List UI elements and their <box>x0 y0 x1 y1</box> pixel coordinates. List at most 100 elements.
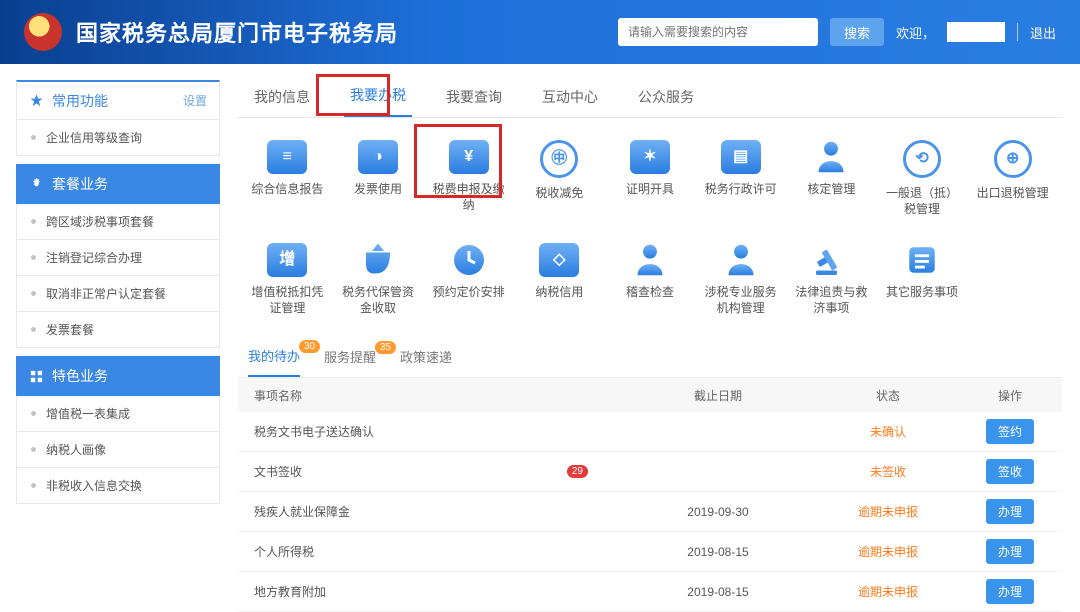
header-right: 搜索 欢迎， 退出 <box>618 18 1056 46</box>
table-row: 文书签收29未签收签收 <box>238 452 1062 492</box>
list-icon <box>902 243 942 277</box>
cell-name: 个人所得税 <box>238 543 618 560</box>
row-action-button[interactable]: 签收 <box>986 459 1034 484</box>
service-icon: ⊕ <box>994 140 1032 178</box>
service2-5[interactable]: 涉税专业服务机构管理 <box>695 243 786 316</box>
service-4[interactable]: ✶ 证明开具 <box>605 140 696 217</box>
row-action-button[interactable]: 办理 <box>986 539 1034 564</box>
row-action-button[interactable]: 办理 <box>986 499 1034 524</box>
service-icon: 增 <box>267 243 307 277</box>
service-8[interactable]: ⊕ 出口退税管理 <box>967 140 1058 217</box>
service2-4[interactable]: 稽查检查 <box>605 243 696 316</box>
cell-name: 残疾人就业保障金 <box>238 503 618 520</box>
tab-my-info[interactable]: 我的信息 <box>248 87 316 117</box>
cell-op: 办理 <box>958 499 1062 524</box>
main-area: 我的信息 我要办税 我要查询 互动中心 公众服务 ≡综合信息报告 ◑ 发票使用 ¥ 税费… <box>238 80 1062 612</box>
sub-tab-policy[interactable]: 政策速递 <box>400 347 452 376</box>
service-2[interactable]: ¥ 税费申报及缴纳 <box>423 140 514 217</box>
service-label: 增值税抵扣凭证管理 <box>246 285 329 316</box>
service-7[interactable]: ⟲一般退（抵）税管理 <box>877 140 968 217</box>
person-icon <box>721 243 761 277</box>
service-icon: ✶ <box>630 140 670 174</box>
star-icon <box>29 93 44 108</box>
service-label: 证明开具 <box>626 182 674 212</box>
service-icon: ◑ <box>358 140 398 174</box>
divider <box>1017 23 1018 41</box>
service-label: 税务行政许可 <box>705 182 777 212</box>
service-label: 税费申报及缴纳 <box>427 182 510 213</box>
sidebar-item-credit-level[interactable]: 企业信用等级查询 <box>16 120 220 156</box>
service-label: 纳税信用 <box>535 285 583 315</box>
service-label: 税收减免 <box>535 186 583 216</box>
service2-3[interactable]: ◇ 纳税信用 <box>514 243 605 316</box>
sidebar-group-common: 常用功能 设置 <box>16 80 220 120</box>
tab-public-service[interactable]: 公众服务 <box>632 87 700 117</box>
sub-tab-service-alert[interactable]: 服务提醒 35 <box>324 347 376 376</box>
sub-tab-todo[interactable]: 我的待办 30 <box>248 346 300 377</box>
service-label: 核定管理 <box>807 182 855 212</box>
sidebar-group-label: 常用功能 <box>52 91 108 111</box>
cell-op: 办理 <box>958 579 1062 604</box>
service2-0[interactable]: 增增值税抵扣凭证管理 <box>242 243 333 316</box>
sidebar-item-cancel-abnormal[interactable]: 取消非正常户认定套餐 <box>16 276 220 312</box>
gear-icon <box>29 177 44 192</box>
service-0[interactable]: ≡综合信息报告 <box>242 140 333 217</box>
cell-due: 2019-08-15 <box>618 585 818 599</box>
service-icon: ¥ <box>449 140 489 174</box>
cell-name: 地方教育附加 <box>238 583 618 600</box>
cell-status: 逾期未申报 <box>818 543 958 560</box>
sidebar-group-package: 套餐业务 <box>16 164 220 204</box>
welcome-text: 欢迎， <box>896 23 935 42</box>
grid-icon <box>29 369 44 384</box>
search-input[interactable] <box>618 18 818 46</box>
row-action-button[interactable]: 签约 <box>986 419 1034 444</box>
service2-1[interactable]: 税务代保管资金收取 <box>333 243 424 316</box>
table-body: 税务文书电子送达确认未确认签约文书签收29未签收签收残疾人就业保障金2019-0… <box>238 412 1062 612</box>
sidebar-group-label: 套餐业务 <box>52 174 108 194</box>
service-1[interactable]: ◑ 发票使用 <box>333 140 424 217</box>
sidebar-settings-link[interactable]: 设置 <box>183 92 207 109</box>
sidebar: 常用功能 设置 企业信用等级查询 套餐业务 跨区域涉税事项套餐 注销登记综合办理… <box>16 80 220 612</box>
main-tabs: 我的信息 我要办税 我要查询 互动中心 公众服务 <box>238 80 1062 118</box>
service-label: 发票使用 <box>354 182 402 212</box>
service2-6[interactable]: 法律追责与救济事项 <box>786 243 877 316</box>
service-label: 稽查检查 <box>626 285 674 315</box>
sidebar-item-nontax-exchange[interactable]: 非税收入信息交换 <box>16 468 220 504</box>
col-status: 状态 <box>818 387 958 404</box>
row-action-button[interactable]: 办理 <box>986 579 1034 604</box>
service-icon: ⟲ <box>903 140 941 178</box>
tab-interaction[interactable]: 互动中心 <box>536 87 604 117</box>
username-box <box>947 22 1005 42</box>
sidebar-item-deregister[interactable]: 注销登记综合办理 <box>16 240 220 276</box>
row-badge: 29 <box>567 465 588 478</box>
service-5[interactable]: ▤ 税务行政许可 <box>695 140 786 217</box>
table-row: 税务文书电子送达确认未确认签约 <box>238 412 1062 452</box>
search-button[interactable]: 搜索 <box>830 18 884 46</box>
table-row: 个人所得税2019-08-15逾期未申报办理 <box>238 532 1062 572</box>
sidebar-item-cross-region[interactable]: 跨区域涉税事项套餐 <box>16 204 220 240</box>
logout-link[interactable]: 退出 <box>1030 23 1056 42</box>
service-6[interactable]: 核定管理 <box>786 140 877 217</box>
service-3[interactable]: ㊥税收减免 <box>514 140 605 217</box>
table-row: 地方教育附加2019-08-15逾期未申报办理 <box>238 572 1062 612</box>
person-icon <box>811 140 851 174</box>
tab-i-want-tax[interactable]: 我要办税 <box>344 85 412 117</box>
service-icon: ≡ <box>267 140 307 174</box>
sidebar-item-invoice-package[interactable]: 发票套餐 <box>16 312 220 348</box>
service2-7[interactable]: 其它服务事项 <box>877 243 968 316</box>
service-icon: ㊥ <box>540 140 578 178</box>
site-title: 国家税务总局厦门市电子税务局 <box>76 16 398 48</box>
clock-icon <box>449 243 489 277</box>
col-due: 截止日期 <box>618 387 818 404</box>
sidebar-item-vat-onetable[interactable]: 增值税一表集成 <box>16 396 220 432</box>
bag-icon <box>358 243 398 277</box>
cell-status: 未确认 <box>818 423 958 440</box>
app-header: 国家税务总局厦门市电子税务局 搜索 欢迎， 退出 <box>0 0 1080 64</box>
service-icon: ▤ <box>721 140 761 174</box>
sidebar-group-special: 特色业务 <box>16 356 220 396</box>
sidebar-item-taxpayer-portrait[interactable]: 纳税人画像 <box>16 432 220 468</box>
tab-i-want-query[interactable]: 我要查询 <box>440 87 508 117</box>
service2-2[interactable]: 预约定价安排 <box>423 243 514 316</box>
service-icon: ◇ <box>539 243 579 277</box>
service-label: 出口退税管理 <box>977 186 1049 216</box>
